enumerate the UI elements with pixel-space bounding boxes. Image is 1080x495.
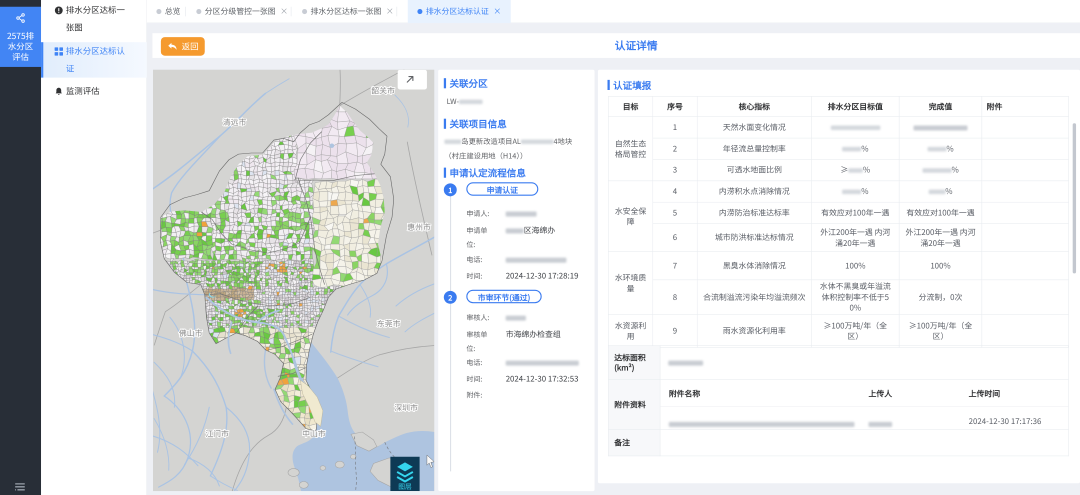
svg-text:深圳市: 深圳市 — [394, 403, 418, 414]
svg-text:东莞市: 东莞市 — [377, 318, 401, 329]
svg-text:中山市: 中山市 — [302, 429, 326, 440]
svg-text:惠州市: 惠州市 — [407, 222, 431, 233]
svg-text:图层: 图层 — [398, 481, 412, 491]
svg-text:韶关市: 韶关市 — [371, 85, 395, 96]
svg-text:江门市: 江门市 — [205, 429, 229, 440]
svg-text:清远市: 清远市 — [223, 117, 247, 128]
svg-text:佛山市: 佛山市 — [179, 328, 203, 339]
